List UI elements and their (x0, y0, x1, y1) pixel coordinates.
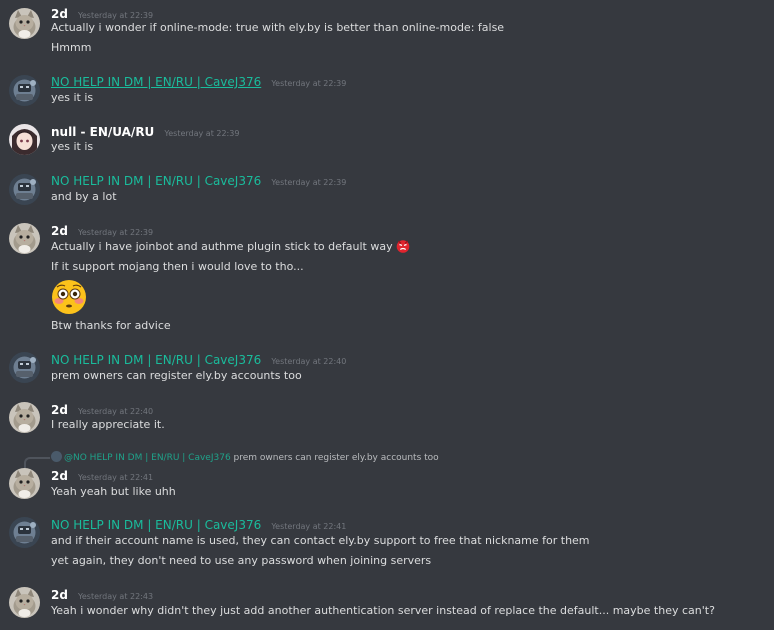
timestamp[interactable]: Yesterday at 22:39 (164, 129, 239, 138)
message-text: yet again, they don't need to use any pa… (51, 554, 432, 567)
author-name[interactable]: NO HELP IN DM | EN/RU | CaveJ376 (51, 353, 261, 367)
message-text: Btw thanks for advice (51, 319, 171, 332)
reply-author[interactable]: @NO HELP IN DM | EN/RU | CaveJ376 (64, 453, 231, 463)
flushed-face-emoji[interactable] (51, 279, 87, 315)
author-name[interactable]: 2d (51, 403, 68, 417)
author-name[interactable]: NO HELP IN DM | EN/RU | CaveJ376 (51, 75, 261, 89)
avatar-cat[interactable] (9, 402, 40, 433)
message-text: Actually i wonder if online-mode: true w… (51, 21, 505, 34)
angry-face-emoji[interactable] (396, 239, 410, 253)
avatar-mech[interactable] (9, 174, 40, 205)
chat-messages: 2d Yesterday at 22:39 Actually i wonder … (0, 0, 774, 630)
author-name[interactable]: 2d (51, 224, 68, 238)
timestamp[interactable]: Yesterday at 22:43 (78, 592, 153, 601)
message-text: Hmmm (51, 41, 92, 54)
author-name[interactable]: null - EN/UA/RU (51, 125, 154, 139)
message-text: Yeah i wonder why didn't they just add a… (51, 604, 715, 617)
avatar-anime[interactable] (9, 124, 40, 155)
message-text: Actually i have joinbot and authme plugi… (51, 240, 393, 253)
message-text: and if their account name is used, they … (51, 534, 590, 547)
timestamp[interactable]: Yesterday at 22:41 (271, 522, 346, 531)
author-name[interactable]: 2d (51, 469, 68, 483)
message-text: yes it is (51, 140, 94, 153)
timestamp[interactable]: Yesterday at 22:40 (78, 407, 153, 416)
avatar-cat[interactable] (9, 8, 40, 39)
message-text: prem owners can register ely.by accounts… (51, 369, 302, 382)
message-text: If it support mojang then i would love t… (51, 260, 304, 273)
message-text: yes it is (51, 91, 94, 104)
avatar-cat[interactable] (9, 468, 40, 499)
timestamp[interactable]: Yesterday at 22:39 (78, 11, 153, 20)
message-text: I really appreciate it. (51, 418, 165, 431)
timestamp[interactable]: Yesterday at 22:40 (271, 357, 346, 366)
message-text: and by a lot (51, 190, 117, 203)
author-name[interactable]: 2d (51, 7, 68, 21)
reply-preview[interactable]: @NO HELP IN DM | EN/RU | CaveJ376 prem o… (51, 451, 439, 464)
author-name[interactable]: 2d (51, 588, 68, 602)
timestamp[interactable]: Yesterday at 22:39 (271, 178, 346, 187)
avatar-mech[interactable] (9, 75, 40, 106)
timestamp[interactable]: Yesterday at 22:39 (271, 79, 346, 88)
timestamp[interactable]: Yesterday at 22:41 (78, 473, 153, 482)
message-line: Actually i have joinbot and authme plugi… (51, 239, 410, 254)
reply-text[interactable]: prem owners can register ely.by accounts… (234, 453, 439, 463)
message-text: Yeah yeah but like uhh (51, 485, 176, 498)
reply-avatar (51, 451, 62, 462)
timestamp[interactable]: Yesterday at 22:39 (78, 228, 153, 237)
avatar-mech[interactable] (9, 352, 40, 383)
avatar-mech[interactable] (9, 517, 40, 548)
avatar-cat[interactable] (9, 223, 40, 254)
avatar-cat[interactable] (9, 587, 40, 618)
author-name[interactable]: NO HELP IN DM | EN/RU | CaveJ376 (51, 518, 261, 532)
author-name[interactable]: NO HELP IN DM | EN/RU | CaveJ376 (51, 174, 261, 188)
